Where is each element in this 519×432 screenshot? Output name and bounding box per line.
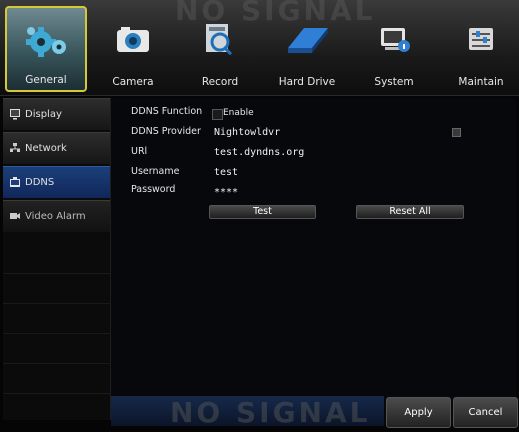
video-alarm-icon (9, 210, 21, 222)
tab-maintain[interactable]: Maintain (440, 6, 519, 92)
tab-general-label: General (25, 74, 67, 86)
ddns-provider-select[interactable]: Nightowldvr (214, 127, 280, 138)
gears-icon (7, 22, 85, 62)
sidebar-item-network[interactable]: Network (3, 132, 110, 165)
ddns-function-label: DDNS Function (131, 106, 203, 117)
ddns-icon (9, 176, 21, 188)
cancel-button[interactable]: Cancel (453, 397, 518, 428)
tab-system[interactable]: System (353, 6, 435, 92)
tab-record-label: Record (201, 76, 239, 88)
no-signal-watermark-bottom: NO SIGNAL (170, 396, 371, 429)
tab-system-label: System (374, 76, 414, 88)
ddns-panel: DDNS Function Enable DDNS Provider Night… (111, 98, 516, 424)
tab-hard-drive[interactable]: Hard Drive (266, 6, 348, 92)
reset-all-button[interactable]: Reset All (356, 205, 464, 219)
network-icon (9, 142, 21, 154)
url-label: URl (131, 146, 148, 157)
username-field[interactable]: test (214, 167, 238, 178)
tab-record[interactable]: Record (179, 6, 261, 92)
url-field[interactable]: test.dyndns.org (214, 147, 304, 158)
dvr-settings-window: NO SIGNAL General Camera Record Hard Dri… (0, 0, 519, 432)
tab-camera-label: Camera (112, 76, 154, 88)
sidebar-divider (3, 363, 110, 364)
record-icon (179, 20, 261, 60)
sidebar-item-video-alarm[interactable]: Video Alarm (3, 200, 110, 233)
sidebar: Display Network DDNS Video Alarm (3, 98, 111, 420)
top-tab-bar: NO SIGNAL General Camera Record Hard Dri… (0, 0, 519, 96)
display-icon (9, 108, 21, 120)
sidebar-divider (3, 303, 110, 304)
sidebar-divider (3, 273, 110, 274)
apply-button[interactable]: Apply (386, 397, 451, 428)
sidebar-item-label: Network (25, 143, 67, 154)
sidebar-item-label: Video Alarm (25, 211, 86, 222)
sidebar-item-label: DDNS (25, 177, 55, 188)
system-icon (353, 20, 435, 60)
sidebar-item-ddns[interactable]: DDNS (3, 166, 110, 199)
maintain-icon (440, 20, 519, 60)
username-label: Username (131, 166, 180, 177)
camera-icon (92, 20, 174, 60)
chevron-down-icon[interactable] (452, 128, 461, 137)
sidebar-item-display[interactable]: Display (3, 98, 110, 131)
hard-drive-icon (266, 20, 348, 60)
password-field[interactable]: **** (214, 187, 238, 198)
ddns-enable-label: Enable (223, 108, 254, 118)
test-button[interactable]: Test (209, 205, 316, 219)
tab-general[interactable]: General (5, 6, 87, 92)
sidebar-item-label: Display (25, 109, 62, 120)
ddns-enable-checkbox[interactable] (212, 109, 223, 120)
tab-hard-drive-label: Hard Drive (278, 76, 336, 88)
sidebar-divider (3, 333, 110, 334)
ddns-provider-label: DDNS Provider (131, 126, 201, 137)
sidebar-divider (3, 393, 110, 394)
password-label: Password (131, 184, 176, 195)
tab-maintain-label: Maintain (458, 76, 504, 88)
tab-camera[interactable]: Camera (92, 6, 174, 92)
